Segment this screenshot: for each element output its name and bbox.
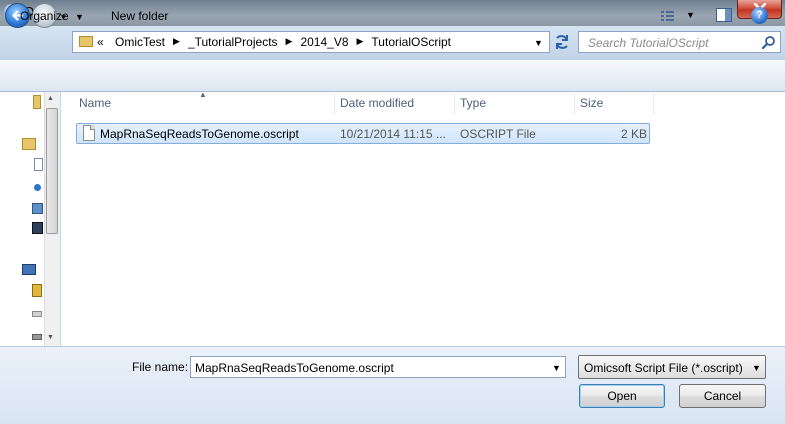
column-header-type[interactable]: Type [460, 96, 486, 110]
music-icon[interactable] [34, 184, 41, 191]
chevron-down-icon: ▼ [75, 12, 84, 22]
sort-ascending-icon: ▲ [199, 90, 207, 99]
pictures-icon[interactable] [32, 203, 43, 214]
file-name-field[interactable]: MapRnaSeqReadsToGenome.oscript ▼ [190, 356, 566, 378]
computer-icon[interactable] [22, 264, 36, 275]
column-divider[interactable] [334, 94, 335, 114]
address-bar[interactable]: « OmicTest ▶ _TutorialProjects ▶ 2014_V8… [72, 31, 550, 53]
views-dropdown-icon[interactable]: ▼ [686, 10, 695, 20]
removable-drive-icon[interactable] [32, 311, 42, 317]
column-divider[interactable] [454, 94, 455, 114]
new-folder-button[interactable]: New folder [111, 9, 168, 23]
preview-pane-icon[interactable] [716, 8, 732, 22]
column-header-size[interactable]: Size [580, 96, 603, 110]
search-icon[interactable] [762, 35, 776, 49]
open-button[interactable]: Open [579, 384, 665, 408]
file-icon [83, 125, 95, 141]
file-name-dropdown-icon[interactable]: ▼ [552, 363, 561, 373]
scroll-down-icon[interactable]: ▼ [47, 334, 54, 341]
address-dropdown-icon[interactable]: ▼ [534, 38, 543, 48]
file-type-select[interactable]: Omicsoft Script File (*.oscript) ▼ [578, 355, 766, 379]
breadcrumb: OmicTest ▶ _TutorialProjects ▶ 2014_V8 ▶… [111, 35, 455, 49]
organize-button[interactable]: Organize ▼ [20, 9, 84, 23]
breadcrumb-tutorialprojects[interactable]: _TutorialProjects [184, 35, 282, 49]
organize-label: Organize [20, 9, 69, 23]
views-icon[interactable] [660, 9, 676, 23]
breadcrumb-separator-icon[interactable]: ▶ [282, 36, 297, 50]
refresh-icon[interactable] [552, 32, 572, 52]
chevron-down-icon: ▼ [752, 363, 761, 373]
libraries-icon[interactable] [22, 138, 36, 150]
file-type-value: Omicsoft Script File (*.oscript) [584, 361, 743, 375]
column-divider[interactable] [574, 94, 575, 114]
search-box[interactable]: Search TutorialOScript [578, 31, 781, 53]
file-size: 2 KB [621, 127, 648, 141]
column-header-name[interactable]: Name [79, 96, 111, 110]
videos-icon[interactable] [32, 222, 43, 234]
file-date: 10/21/2014 11:15 ... [340, 127, 446, 141]
file-name-input[interactable]: MapRnaSeqReadsToGenome.oscript [195, 361, 394, 375]
command-toolbar [0, 60, 785, 92]
column-divider[interactable] [653, 94, 654, 114]
breadcrumb-2014-v8[interactable]: 2014_V8 [296, 35, 352, 49]
documents-icon[interactable] [34, 158, 43, 171]
breadcrumb-tutorialoscript[interactable]: TutorialOScript [367, 35, 455, 49]
folder-icon [79, 36, 93, 47]
scrollbar-thumb[interactable] [46, 108, 58, 234]
breadcrumb-omictest[interactable]: OmicTest [111, 35, 169, 49]
breadcrumb-overflow[interactable]: « [97, 35, 104, 49]
file-type: OSCRIPT File [460, 127, 536, 141]
column-header-date[interactable]: Date modified [340, 96, 414, 110]
drive-icon[interactable] [32, 284, 42, 297]
breadcrumb-separator-icon[interactable]: ▶ [353, 36, 368, 50]
scroll-up-icon[interactable]: ▲ [47, 95, 54, 102]
file-name-label: File name: [132, 360, 189, 374]
help-icon[interactable]: ? [751, 7, 768, 24]
file-name: MapRnaSeqReadsToGenome.oscript [100, 127, 299, 141]
cancel-button[interactable]: Cancel [679, 384, 766, 408]
network-drive-icon[interactable] [32, 334, 42, 340]
search-input[interactable]: Search TutorialOScript [588, 36, 709, 50]
breadcrumb-separator-icon[interactable]: ▶ [169, 36, 184, 50]
favorites-folder-icon[interactable] [33, 95, 41, 109]
